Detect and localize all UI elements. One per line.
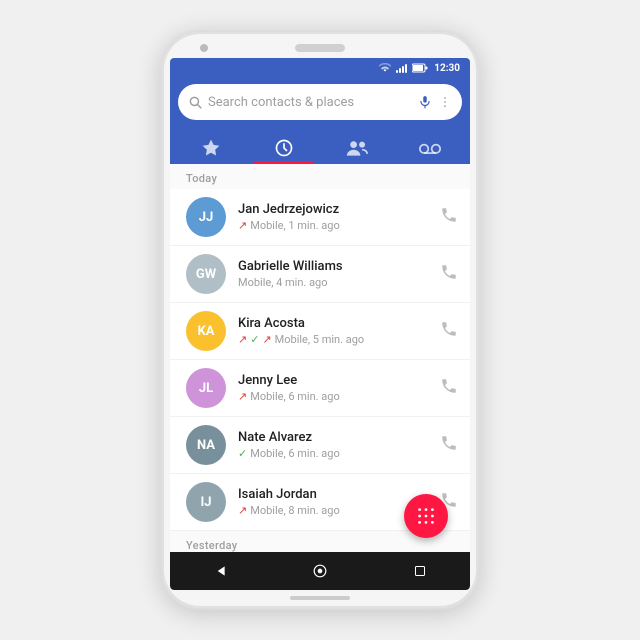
contact-name: Kira Acosta: [238, 316, 428, 333]
avatar: NA: [186, 425, 226, 465]
arrow-icon: ↗: [238, 219, 247, 232]
tick-icon: ✓: [250, 333, 259, 346]
more-options-icon[interactable]: [438, 95, 452, 109]
contact-detail: Mobile, 4 min. ago: [238, 276, 428, 289]
phone-speaker: [295, 44, 345, 52]
wifi-icon: [379, 63, 391, 73]
arrow-icon: ↗: [238, 504, 247, 517]
contact-info: Nate Alvarez ✓ Mobile, 6 min. ago: [238, 430, 428, 461]
call-icon[interactable]: [440, 320, 458, 342]
contact-detail: ↗ ✓ ↗ Mobile, 5 min. ago: [238, 333, 428, 346]
recent-apps-button[interactable]: [405, 556, 435, 586]
dialpad-icon: [415, 505, 437, 527]
status-time: 12:30: [434, 63, 460, 74]
phone-bottom-bar: [170, 596, 470, 600]
avatar: GW: [186, 254, 226, 294]
search-bar-container: Search contacts & places: [170, 78, 470, 128]
tab-recents[interactable]: [247, 128, 320, 164]
phone-outer: 12:30 Search contacts & places: [160, 30, 480, 610]
detail-text: Mobile, 6 min. ago: [250, 390, 340, 403]
section-today-label: Today: [170, 164, 470, 189]
nav-tabs: [170, 128, 470, 164]
list-item[interactable]: GW Gabrielle Williams Mobile, 4 min. ago: [170, 246, 470, 303]
battery-icon: [412, 63, 428, 73]
signal-icon: [396, 63, 407, 73]
search-icon: [188, 95, 202, 109]
contact-info: Isaiah Jordan ↗ Mobile, 8 min. ago: [238, 487, 428, 518]
call-icon[interactable]: [440, 263, 458, 285]
contact-detail: ↗ Mobile, 1 min. ago: [238, 219, 428, 232]
mic-icon[interactable]: [418, 95, 432, 109]
bottom-nav: [170, 552, 470, 590]
contact-name: Nate Alvarez: [238, 430, 428, 447]
home-button[interactable]: [305, 556, 335, 586]
phone-camera: [200, 44, 208, 52]
contact-name: Gabrielle Williams: [238, 259, 428, 276]
list-item[interactable]: JJ Jan Jedrzejowicz ↗ Mobile, 1 min. ago: [170, 189, 470, 246]
call-icon[interactable]: [440, 377, 458, 399]
call-icon[interactable]: [440, 434, 458, 456]
detail-text: Mobile, 4 min. ago: [238, 276, 328, 289]
contact-detail: ✓ Mobile, 6 min. ago: [238, 447, 428, 460]
status-bar: 12:30: [170, 58, 470, 78]
arrow-icon: ↗: [262, 333, 271, 346]
detail-text: Mobile, 8 min. ago: [250, 504, 340, 517]
arrow-icon: ↗: [238, 390, 247, 403]
search-bar[interactable]: Search contacts & places: [178, 84, 462, 120]
tab-voicemail[interactable]: [393, 129, 466, 163]
tab-contacts[interactable]: [320, 128, 393, 164]
contact-name: Jan Jedrzejowicz: [238, 202, 428, 219]
contact-detail: ↗ Mobile, 6 min. ago: [238, 390, 428, 403]
contact-detail: ↗ Mobile, 8 min. ago: [238, 504, 428, 517]
list-item[interactable]: JL Jenny Lee ↗ Mobile, 6 min. ago: [170, 360, 470, 417]
back-button[interactable]: [205, 556, 235, 586]
tick-icon: ✓: [238, 447, 247, 460]
contact-name: Isaiah Jordan: [238, 487, 428, 504]
detail-text: Mobile, 1 min. ago: [250, 219, 340, 232]
contact-info: Jenny Lee ↗ Mobile, 6 min. ago: [238, 373, 428, 404]
contact-info: Jan Jedrzejowicz ↗ Mobile, 1 min. ago: [238, 202, 428, 233]
detail-text: Mobile, 6 min. ago: [250, 447, 340, 460]
phone-screen: 12:30 Search contacts & places: [170, 58, 470, 590]
contact-info: Gabrielle Williams Mobile, 4 min. ago: [238, 259, 428, 290]
call-icon[interactable]: [440, 206, 458, 228]
tab-favorites[interactable]: [174, 128, 247, 164]
list-item[interactable]: NA Nate Alvarez ✓ Mobile, 6 min. ago: [170, 417, 470, 474]
avatar: JJ: [186, 197, 226, 237]
phone-top-bar: [170, 44, 470, 52]
detail-text: Mobile, 5 min. ago: [275, 333, 365, 346]
avatar: IJ: [186, 482, 226, 522]
avatar: JL: [186, 368, 226, 408]
search-placeholder-text: Search contacts & places: [208, 95, 412, 110]
contact-info: Kira Acosta ↗ ✓ ↗ Mobile, 5 min. ago: [238, 316, 428, 347]
avatar: KA: [186, 311, 226, 351]
home-indicator: [290, 596, 350, 600]
contact-name: Jenny Lee: [238, 373, 428, 390]
list-item[interactable]: KA Kira Acosta ↗ ✓ ↗ Mobile, 5 min. ago: [170, 303, 470, 360]
status-icons: 12:30: [379, 63, 460, 74]
dialpad-fab[interactable]: [404, 494, 448, 538]
arrow-icon: ↗: [238, 333, 247, 346]
